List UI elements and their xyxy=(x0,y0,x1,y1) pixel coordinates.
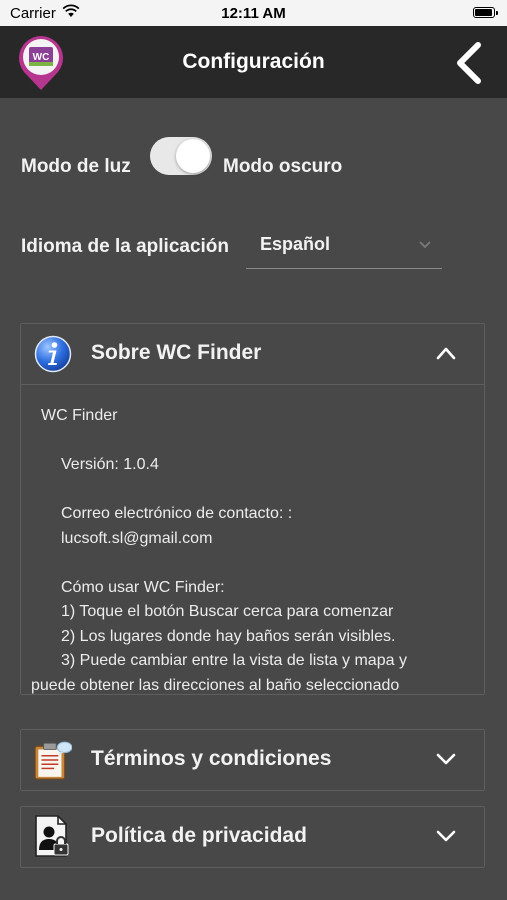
chevron-down-icon[interactable] xyxy=(436,828,456,844)
chevron-down-icon xyxy=(419,241,431,249)
info-icon xyxy=(34,335,72,373)
language-label: Idioma de la aplicación xyxy=(21,236,230,257)
about-step-3-continued: puede obtener las direcciones al baño se… xyxy=(31,676,400,694)
battery-icon xyxy=(473,7,498,18)
nav-bar: WC Configuración xyxy=(0,26,507,98)
about-panel-header[interactable]: Sobre WC Finder xyxy=(21,324,484,384)
status-bar: Carrier 12:11 AM xyxy=(0,0,507,26)
chevron-down-icon[interactable] xyxy=(436,751,456,767)
about-step-1: 1) Toque el botón Buscar cerca para come… xyxy=(61,603,394,620)
about-version: Versión: 1.0.4 xyxy=(61,456,159,473)
toggle-knob xyxy=(176,139,210,173)
light-mode-label: Modo de luz xyxy=(21,156,131,177)
about-panel-title: Sobre WC Finder xyxy=(91,341,262,364)
about-step-3: 3) Puede cambiar entre la vista de lista… xyxy=(61,652,407,669)
clock: 12:11 AM xyxy=(221,5,286,22)
about-panel: Sobre WC Finder WC Finder Versión: 1.0.4… xyxy=(20,323,485,695)
language-row: Idioma de la aplicación Español xyxy=(21,232,461,274)
privacy-panel-title: Política de privacidad xyxy=(91,824,307,847)
privacy-panel: Política de privacidad xyxy=(20,806,485,868)
page-title: Configuración xyxy=(182,50,325,73)
terms-panel-header[interactable]: Términos y condiciones xyxy=(21,730,484,790)
clipboard-icon xyxy=(34,741,72,780)
user-lock-icon xyxy=(35,815,69,857)
language-value: Español xyxy=(260,234,331,254)
privacy-panel-header[interactable]: Política de privacidad xyxy=(21,807,484,867)
chevron-up-icon[interactable] xyxy=(436,345,456,361)
language-select[interactable]: Español xyxy=(246,226,442,269)
terms-panel-title: Términos y condiciones xyxy=(91,747,332,770)
theme-mode-row: Modo de luz Modo oscuro xyxy=(21,137,481,184)
about-panel-body: WC Finder Versión: 1.0.4 Correo electrón… xyxy=(21,384,484,694)
back-chevron-icon[interactable] xyxy=(452,40,486,86)
about-contact-label: Correo electrónico de contacto: : xyxy=(61,505,293,522)
about-step-2: 2) Los lugares donde hay baños serán vis… xyxy=(61,627,396,645)
dark-mode-label: Modo oscuro xyxy=(223,156,343,177)
terms-panel: Términos y condiciones xyxy=(20,729,485,791)
about-contact-email: lucsoft.sl@gmail.com xyxy=(61,529,213,547)
theme-toggle[interactable] xyxy=(150,137,212,175)
about-app-name: WC Finder xyxy=(41,407,118,424)
about-howto-title: Cómo usar WC Finder: xyxy=(61,578,225,596)
